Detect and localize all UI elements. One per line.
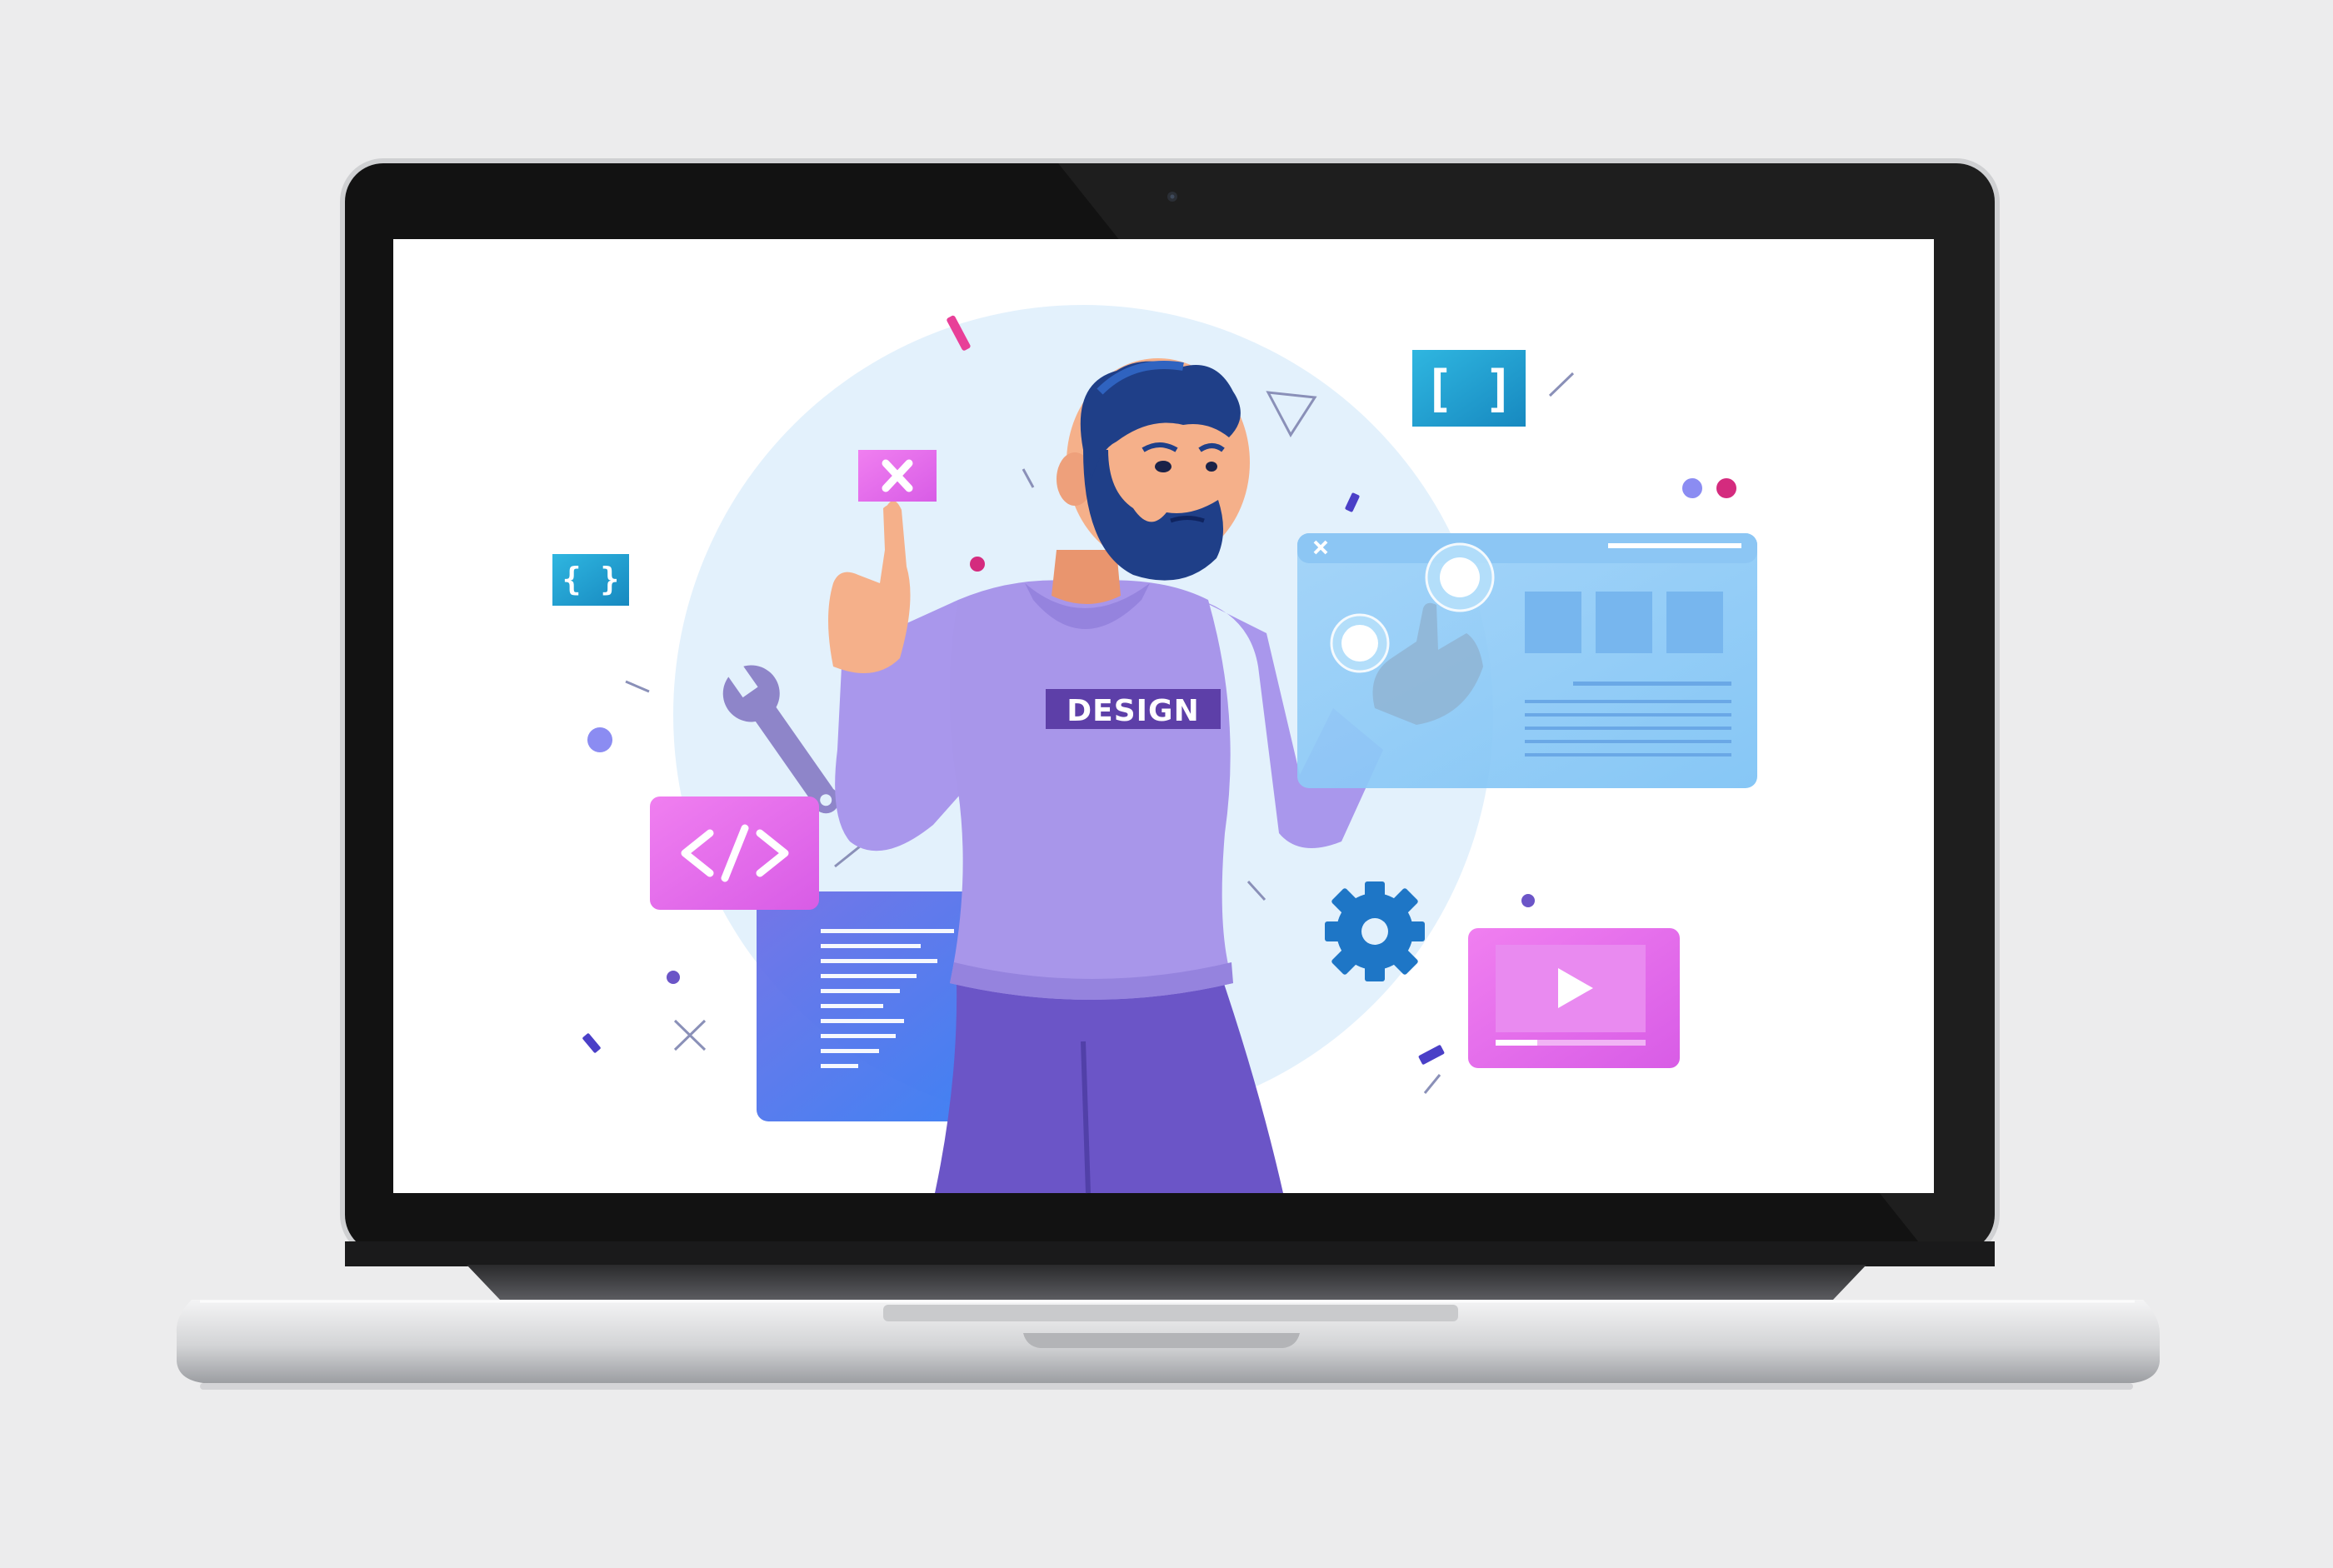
laptop-mockup: [ ] { } DESIGN	[0, 0, 2333, 1568]
hinge	[345, 1241, 1995, 1266]
gear-icon	[1325, 881, 1425, 981]
confetti-dot	[970, 557, 985, 572]
video-player-icon	[1468, 928, 1680, 1068]
square-brackets-icon: [ ]	[1412, 350, 1526, 427]
close-icon	[858, 450, 937, 502]
confetti-dot	[1521, 894, 1535, 907]
svg-text:[ ]: [ ]	[1424, 360, 1514, 418]
neck	[1052, 550, 1121, 604]
code-icon	[650, 796, 819, 910]
browser-window-icon	[1297, 533, 1757, 788]
curly-braces-icon: { }	[552, 554, 629, 606]
confetti-dot	[1682, 478, 1702, 498]
webcam-lens	[1170, 194, 1175, 199]
base-shadow	[200, 1383, 2133, 1390]
confetti-dot	[667, 971, 680, 984]
torso-sweater	[950, 580, 1233, 1000]
shirt-label-text: DESIGN	[1067, 694, 1199, 728]
confetti-dot	[1716, 478, 1736, 498]
svg-text:{ }: { }	[562, 561, 620, 597]
shirt-label-badge: DESIGN	[1046, 689, 1221, 729]
laptop-base	[176, 1241, 2161, 1390]
touchpad-edge	[883, 1305, 1458, 1321]
keyboard-well	[467, 1265, 1866, 1300]
lid-open-notch	[1023, 1333, 1300, 1348]
confetti-dot	[587, 727, 612, 752]
